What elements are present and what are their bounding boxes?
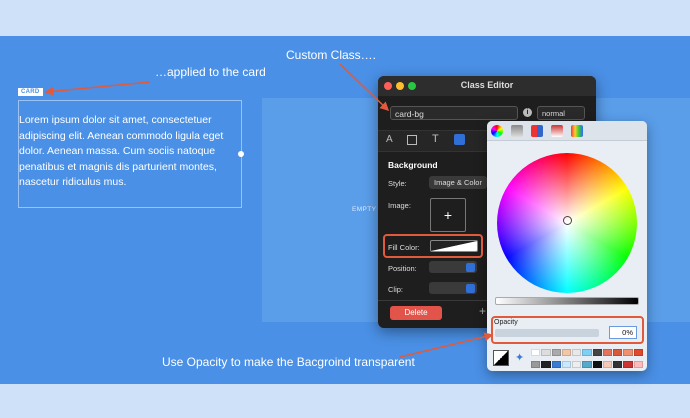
arrow-to-card	[44, 81, 151, 96]
arrow-to-opacity	[399, 332, 494, 358]
annotation-arrows	[44, 63, 494, 358]
arrow-to-class-name	[339, 63, 390, 112]
